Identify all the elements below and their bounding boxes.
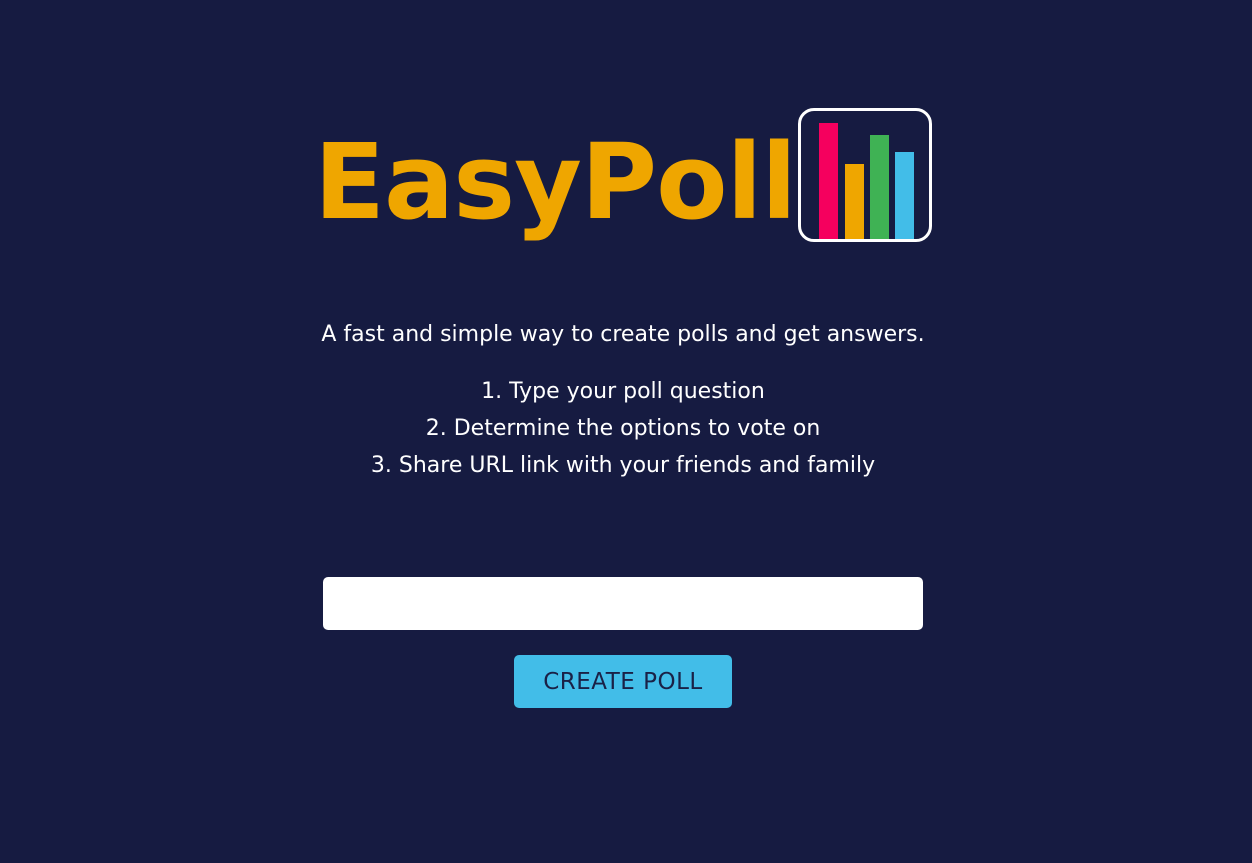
- bar-chart-icon: [798, 108, 932, 242]
- tagline: A fast and simple way to create polls an…: [321, 322, 925, 347]
- step-1: 1. Type your poll question: [481, 379, 765, 404]
- landing-page: EasyPoll A fast and simple way to create…: [0, 0, 1252, 863]
- step-2: 2. Determine the options to vote on: [425, 416, 821, 441]
- step-3: 3. Share URL link with your friends and …: [370, 453, 876, 478]
- create-poll-button[interactable]: CREATE POLL: [514, 655, 732, 708]
- steps-list: 1. Type your poll question 2. Determine …: [0, 373, 1246, 484]
- brand-name: EasyPoll: [314, 121, 797, 243]
- poll-question-input[interactable]: [323, 577, 923, 630]
